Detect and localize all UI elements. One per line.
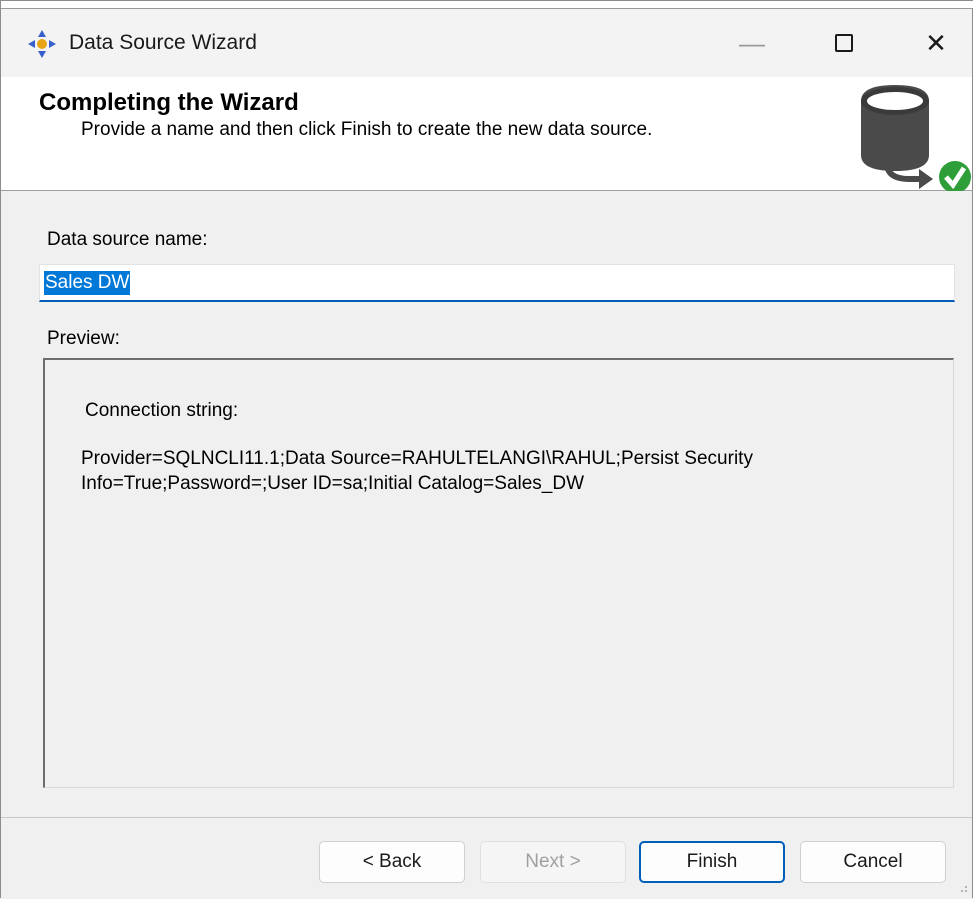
window-top-edge: [1, 1, 973, 9]
page-title: Completing the Wizard: [39, 89, 299, 116]
preview-label: Preview:: [47, 328, 120, 349]
page-subtitle: Provide a name and then click Finish to …: [81, 119, 653, 140]
data-source-name-label: Data source name:: [47, 229, 208, 250]
wizard-header: Completing the Wizard Provide a name and…: [1, 77, 972, 191]
connection-string-label: Connection string:: [85, 400, 239, 421]
wizard-footer: < Back Next > Finish Cancel: [1, 817, 972, 899]
data-source-wizard-window: Data Source Wizard — ✕ Completing the Wi…: [0, 0, 973, 899]
minimize-button[interactable]: —: [706, 9, 798, 77]
maximize-button[interactable]: [798, 9, 890, 77]
title-bar[interactable]: Data Source Wizard — ✕: [1, 9, 972, 77]
maximize-icon: [835, 34, 853, 52]
finish-button[interactable]: Finish: [639, 841, 785, 883]
next-button[interactable]: Next >: [480, 841, 626, 883]
resize-grip-icon[interactable]: [960, 885, 968, 893]
connection-string-value: Provider=SQLNCLI11.1;Data Source=RAHULTE…: [81, 448, 753, 494]
cancel-button[interactable]: Cancel: [800, 841, 946, 883]
data-source-name-input[interactable]: Sales DW: [39, 264, 955, 302]
preview-box[interactable]: Connection string: Provider=SQLNCLI11.1;…: [43, 358, 954, 788]
close-button[interactable]: ✕: [890, 9, 973, 77]
window-title: Data Source Wizard: [69, 31, 257, 54]
data-source-name-value: Sales DW: [44, 270, 131, 295]
back-button[interactable]: < Back: [319, 841, 465, 883]
database-check-icon: [861, 85, 971, 191]
wizard-app-icon: [28, 30, 56, 58]
